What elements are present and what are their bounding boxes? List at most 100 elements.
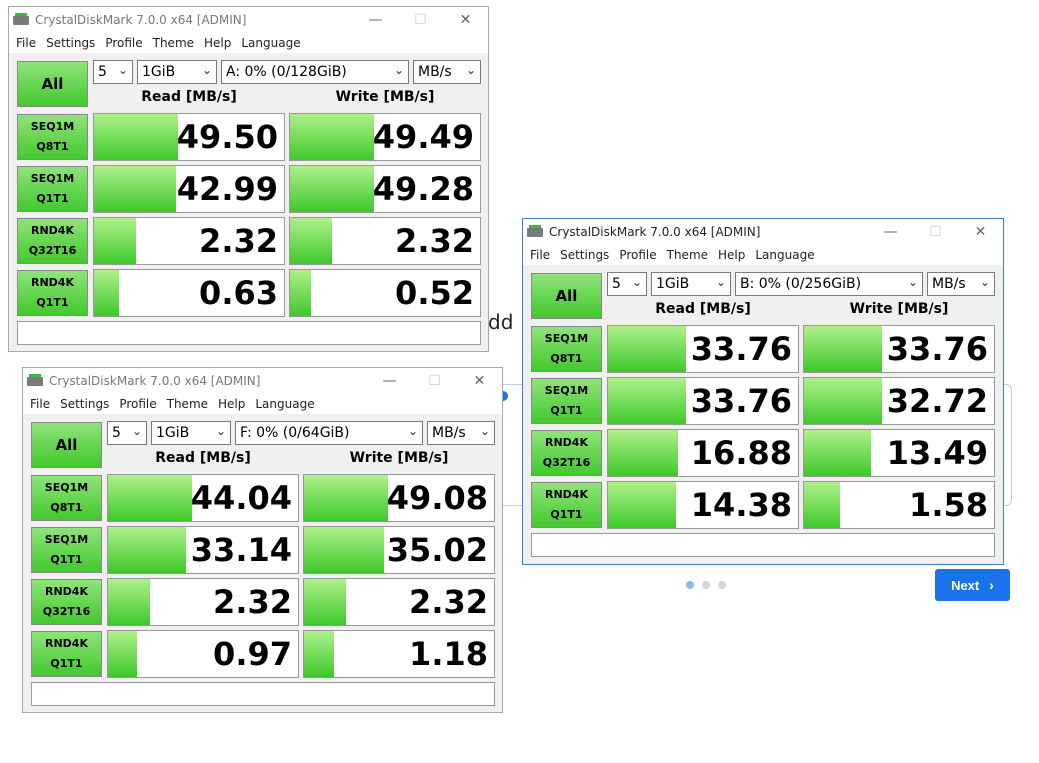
read-header: Read [MB/s] (141, 89, 237, 105)
test-param: Q1T1 (550, 508, 583, 521)
menu-bar: File Settings Profile Theme Help Language (523, 245, 1003, 265)
window-title: CrystalDiskMark 7.0.0 x64 [ADMIN] (49, 374, 261, 388)
maximize-icon[interactable]: ☐ (412, 368, 457, 394)
read-result-cell: 0.63 (93, 269, 285, 317)
pager-dot-2[interactable] (702, 581, 710, 589)
menu-item-theme[interactable]: Theme (148, 36, 199, 50)
test-button-rnd4k-q1t1[interactable]: RND4K Q1T1 (17, 270, 88, 316)
menu-item-language[interactable]: Language (750, 248, 819, 262)
unit-select[interactable]: MB/s ⌄ (927, 272, 995, 296)
close-icon[interactable]: ✕ (958, 219, 1003, 245)
test-name: SEQ1M (30, 120, 75, 133)
size-select[interactable]: 1GiB ⌄ (151, 421, 231, 445)
count-select[interactable]: 5 ⌄ (107, 421, 147, 445)
chevron-down-icon: ⌄ (465, 63, 476, 77)
all-button[interactable]: All (31, 422, 102, 468)
menu-item-help[interactable]: Help (713, 248, 750, 262)
read-result-bar (108, 527, 186, 573)
cdm-window-drive-f: CrystalDiskMark 7.0.0 x64 [ADMIN] — ☐ ✕ File… (22, 367, 503, 713)
menu-item-file[interactable]: File (11, 36, 41, 50)
write-result-value: 2.32 (409, 583, 488, 621)
menu-bar: File Settings Profile Theme Help Language (9, 33, 488, 53)
title-bar[interactable]: CrystalDiskMark 7.0.0 x64 [ADMIN] — ☐ ✕ (23, 368, 502, 394)
chevron-down-icon: ⌄ (479, 424, 490, 438)
test-button-rnd4k-q1t1[interactable]: RND4K Q1T1 (31, 631, 102, 677)
maximize-icon[interactable]: ☐ (398, 7, 443, 33)
test-button-seq1m-q8t1[interactable]: SEQ1M Q8T1 (31, 475, 102, 521)
menu-item-language[interactable]: Language (250, 397, 319, 411)
comment-field[interactable] (17, 321, 481, 345)
test-button-seq1m-q1t1[interactable]: SEQ1M Q1T1 (31, 527, 102, 573)
all-button[interactable]: All (531, 273, 602, 319)
menu-item-help[interactable]: Help (213, 397, 250, 411)
background-partial-text: dd (488, 310, 514, 334)
menu-item-profile[interactable]: Profile (100, 36, 147, 50)
close-icon[interactable]: ✕ (457, 368, 502, 394)
write-result-value: 49.49 (372, 118, 474, 156)
test-button-seq1m-q8t1[interactable]: SEQ1M Q8T1 (531, 326, 602, 372)
count-select[interactable]: 5 ⌄ (607, 272, 647, 296)
drive-select[interactable]: B: 0% (0/256GiB) ⌄ (735, 272, 923, 296)
test-name: RND4K (45, 637, 88, 650)
write-result-value: 1.18 (409, 635, 488, 673)
test-name: SEQ1M (544, 384, 589, 397)
all-button[interactable]: All (17, 61, 88, 107)
test-param: Q1T1 (550, 404, 583, 417)
pager-dot-1[interactable] (686, 581, 694, 589)
unit-value: MB/s (418, 64, 452, 80)
menu-item-profile[interactable]: Profile (614, 248, 661, 262)
comment-field[interactable] (31, 682, 495, 706)
unit-select[interactable]: MB/s ⌄ (427, 421, 495, 445)
test-button-seq1m-q8t1[interactable]: SEQ1M Q8T1 (17, 114, 88, 160)
menu-item-settings[interactable]: Settings (555, 248, 614, 262)
app-icon (27, 374, 43, 388)
read-result-cell: 33.14 (107, 526, 299, 574)
write-result-bar (804, 378, 882, 424)
test-button-rnd4k-q32t16[interactable]: RND4K Q32T16 (17, 218, 88, 264)
chevron-down-icon: ⌄ (393, 63, 404, 77)
menu-item-theme[interactable]: Theme (662, 248, 713, 262)
menu-item-help[interactable]: Help (199, 36, 236, 50)
test-button-seq1m-q1t1[interactable]: SEQ1M Q1T1 (531, 378, 602, 424)
maximize-icon[interactable]: ☐ (913, 219, 958, 245)
test-button-rnd4k-q32t16[interactable]: RND4K Q32T16 (31, 579, 102, 625)
unit-value: MB/s (432, 425, 466, 441)
write-header: Write [MB/s] (849, 301, 949, 317)
menu-item-settings[interactable]: Settings (41, 36, 100, 50)
app-icon (13, 13, 29, 27)
pager-dot-3[interactable] (718, 581, 726, 589)
write-result-cell: 2.32 (289, 217, 481, 265)
title-bar[interactable]: CrystalDiskMark 7.0.0 x64 [ADMIN] — ☐ ✕ (9, 7, 488, 33)
next-button-label: Next (951, 577, 980, 593)
menu-item-file[interactable]: File (525, 248, 555, 262)
menu-item-file[interactable]: File (25, 397, 55, 411)
unit-select[interactable]: MB/s ⌄ (413, 60, 481, 84)
test-button-seq1m-q1t1[interactable]: SEQ1M Q1T1 (17, 166, 88, 212)
title-bar[interactable]: CrystalDiskMark 7.0.0 x64 [ADMIN] — ☐ ✕ (523, 219, 1003, 245)
test-button-rnd4k-q32t16[interactable]: RND4K Q32T16 (531, 430, 602, 476)
size-select[interactable]: 1GiB ⌄ (137, 60, 217, 84)
menu-item-settings[interactable]: Settings (55, 397, 114, 411)
menu-item-theme[interactable]: Theme (162, 397, 213, 411)
minimize-icon[interactable]: — (353, 7, 398, 33)
next-button[interactable]: Next › (935, 569, 1010, 601)
size-select[interactable]: 1GiB ⌄ (651, 272, 731, 296)
count-select[interactable]: 5 ⌄ (93, 60, 133, 84)
chevron-down-icon: ⌄ (979, 275, 990, 289)
test-button-rnd4k-q1t1[interactable]: RND4K Q1T1 (531, 482, 602, 528)
test-param: Q1T1 (50, 657, 83, 670)
read-result-cell: 49.50 (93, 113, 285, 161)
write-result-cell: 49.08 (303, 474, 495, 522)
minimize-icon[interactable]: — (367, 368, 412, 394)
minimize-icon[interactable]: — (868, 219, 913, 245)
test-name: SEQ1M (44, 533, 89, 546)
read-result-value: 14.38 (690, 486, 792, 524)
menu-item-language[interactable]: Language (236, 36, 305, 50)
close-icon[interactable]: ✕ (443, 7, 488, 33)
test-param: Q1T1 (36, 296, 69, 309)
drive-select[interactable]: F: 0% (0/64GiB) ⌄ (235, 421, 423, 445)
menu-item-profile[interactable]: Profile (114, 397, 161, 411)
read-result-cell: 33.76 (607, 325, 799, 373)
drive-select[interactable]: A: 0% (0/128GiB) ⌄ (221, 60, 409, 84)
comment-field[interactable] (531, 533, 995, 557)
